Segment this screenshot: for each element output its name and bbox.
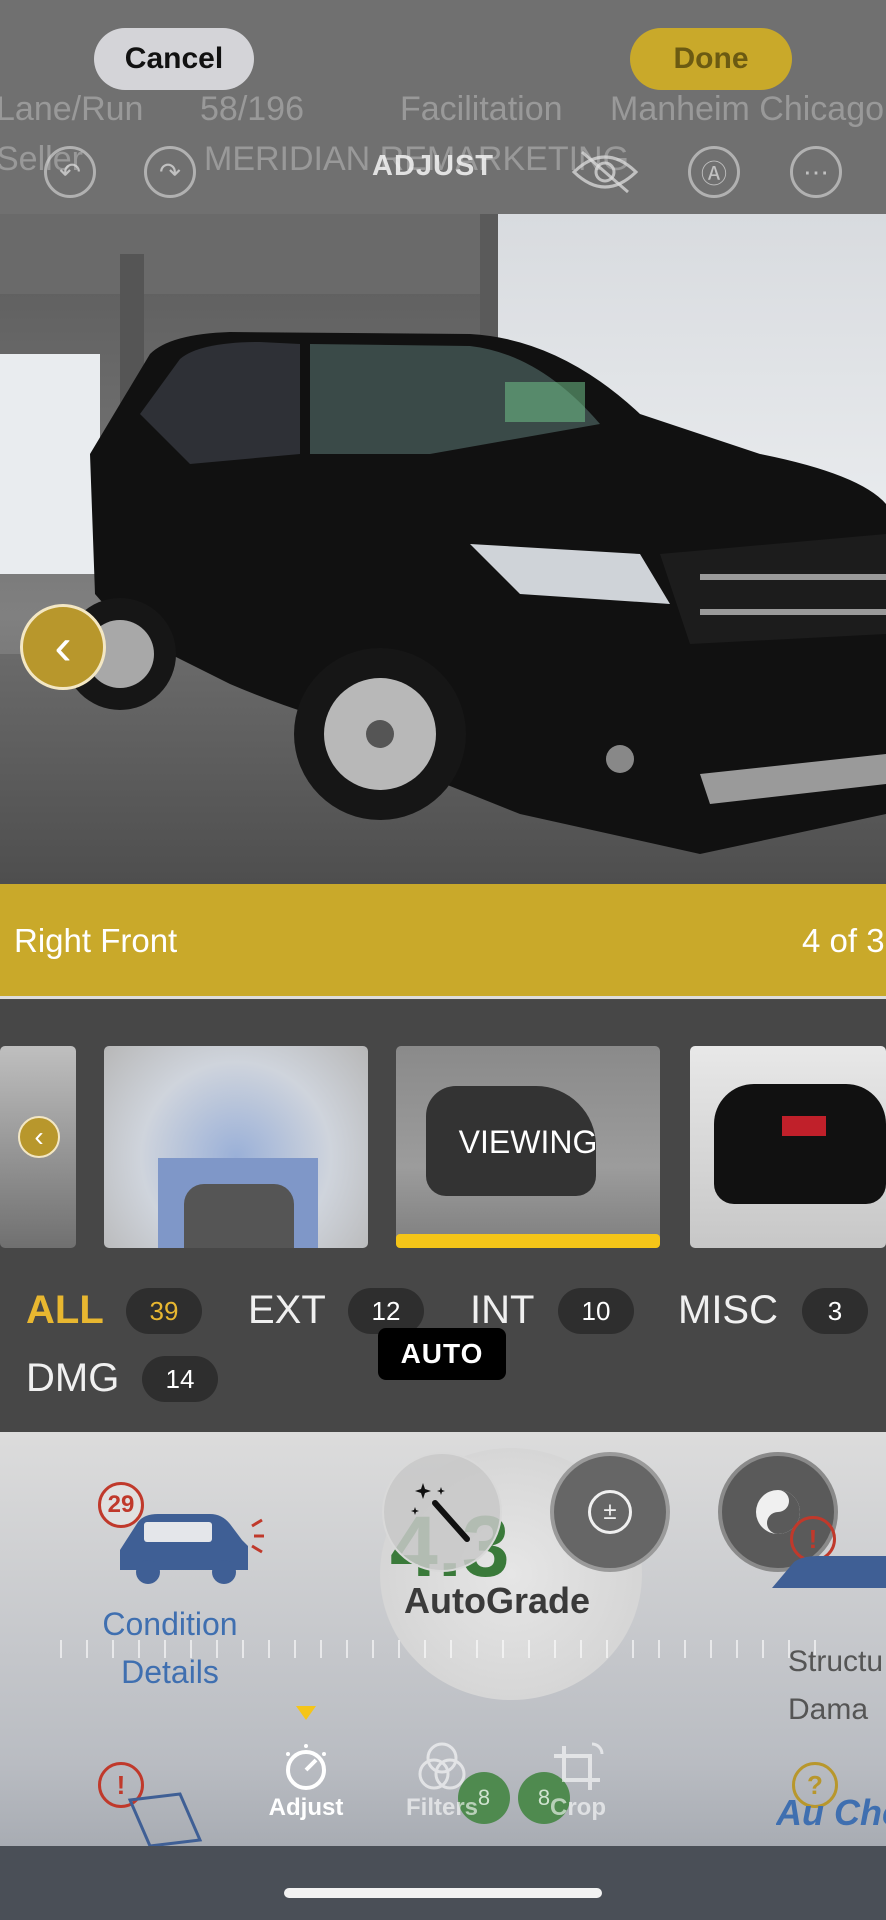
markup-icon[interactable]: Ⓐ (688, 146, 740, 198)
category-int-count: 10 (558, 1288, 634, 1334)
category-int[interactable]: INT (470, 1288, 534, 1333)
tab-filters[interactable]: Filters (392, 1742, 492, 1822)
mode-title: ADJUST (372, 150, 495, 182)
category-dmg[interactable]: DMG (26, 1356, 119, 1401)
hide-original-icon[interactable] (570, 148, 640, 196)
active-tab-indicator (296, 1706, 316, 1720)
done-button[interactable]: Done (630, 28, 792, 90)
category-misc[interactable]: MISC (678, 1288, 778, 1333)
editor-toolbar: Lane/Run 58/196 Facilitation Manheim Chi… (0, 0, 886, 214)
previous-photo-button[interactable]: ‹ (20, 604, 106, 690)
photo-caption-bar: Right Front 4 of 3 (0, 884, 886, 999)
category-misc-count: 3 (802, 1288, 868, 1334)
tab-adjust[interactable]: Adjust (256, 1742, 356, 1822)
filters-icon (414, 1742, 470, 1794)
magic-wand-icon (411, 1483, 470, 1542)
vehicle-photo: ‹ (0, 214, 886, 884)
viewing-label: VIEWING (458, 1124, 598, 1160)
thumbnail-photo[interactable] (690, 1046, 886, 1248)
cancel-button[interactable]: Cancel (94, 28, 254, 90)
car-damage-icon[interactable] (114, 1500, 264, 1590)
exposure-icon: ± (588, 1490, 632, 1534)
category-all-count: 39 (126, 1288, 202, 1334)
structural-line2: Dama (788, 1693, 869, 1726)
tab-adjust-label: Adjust (268, 1794, 344, 1821)
current-indicator (396, 1234, 660, 1248)
adjust-slider[interactable] (60, 1640, 840, 1658)
bg-lane-value: 58/196 (200, 90, 304, 128)
structural-line1: Structu (788, 1645, 884, 1678)
category-all[interactable]: ALL (26, 1288, 104, 1333)
photo-counter: 4 of 3 (802, 922, 885, 959)
structural-damage-link[interactable]: Structu Dama (788, 1638, 883, 1734)
thumbnail-current[interactable]: VIEWING (396, 1046, 660, 1248)
autograde-brand: AutoGrade (404, 1580, 591, 1621)
bg-facilitation-value: Manheim Chicago (610, 90, 885, 128)
undo-icon[interactable]: ↶ (44, 146, 96, 198)
photo-angle-label: Right Front (14, 922, 178, 959)
bg-facilitation-label: Facilitation (400, 90, 563, 128)
exposure-button[interactable]: ± (550, 1452, 670, 1572)
redo-icon[interactable]: ↷ (144, 146, 196, 198)
bg-lane-label: Lane/Run (0, 90, 144, 128)
crop-icon (550, 1742, 606, 1794)
category-ext[interactable]: EXT (248, 1288, 326, 1333)
more-icon[interactable]: ⋯ (790, 146, 842, 198)
auto-enhance-button[interactable] (382, 1452, 502, 1572)
tab-crop-label: Crop (550, 1794, 606, 1821)
dial-icon (280, 1742, 332, 1794)
auto-enhance-label[interactable]: AUTO (378, 1328, 506, 1380)
title-document-icon (120, 1790, 210, 1848)
tab-crop[interactable]: Crop (528, 1742, 628, 1822)
autocheck-logo: Au Che (776, 1792, 886, 1833)
tab-filters-label: Filters (405, 1794, 479, 1821)
scroll-left-icon[interactable]: ‹ (18, 1116, 60, 1158)
home-bar-area (0, 1846, 886, 1920)
structural-car-icon (772, 1552, 886, 1592)
thumbnail-photo[interactable] (104, 1046, 368, 1248)
home-indicator[interactable] (284, 1888, 602, 1898)
category-dmg-count: 14 (142, 1356, 218, 1402)
